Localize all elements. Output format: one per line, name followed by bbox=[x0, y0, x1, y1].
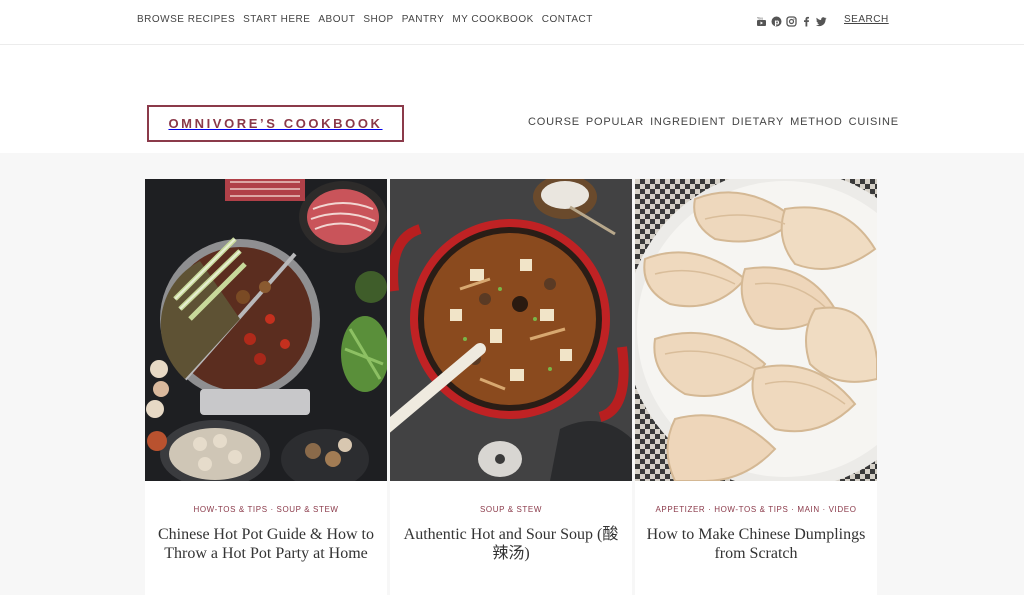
category-popular[interactable]: POPULAR bbox=[586, 116, 644, 129]
category-ingredient[interactable]: INGREDIENT bbox=[650, 116, 726, 129]
twitter-icon[interactable] bbox=[816, 14, 827, 27]
card-categories[interactable]: SOUP & STEW bbox=[390, 505, 632, 514]
category-nav: COURSE POPULAR INGREDIENT DIETARY METHOD… bbox=[528, 116, 899, 129]
nav-start-here[interactable]: START HERE bbox=[243, 14, 310, 26]
category-dietary[interactable]: DIETARY bbox=[732, 116, 784, 129]
card-title[interactable]: Chinese Hot Pot Guide & How to Throw a H… bbox=[153, 525, 379, 563]
recipe-card[interactable]: APPETIZER · HOW-TOS & TIPS · MAIN · VIDE… bbox=[635, 179, 877, 595]
dumplings-photo[interactable] bbox=[635, 179, 877, 481]
category-course[interactable]: COURSE bbox=[528, 116, 580, 129]
card-categories[interactable]: APPETIZER · HOW-TOS & TIPS · MAIN · VIDE… bbox=[635, 505, 877, 514]
facebook-icon[interactable] bbox=[801, 14, 812, 27]
category-cuisine[interactable]: CUISINE bbox=[849, 116, 899, 129]
recipe-card[interactable]: SOUP & STEW Authentic Hot and Sour Soup … bbox=[390, 179, 632, 595]
category-method[interactable]: METHOD bbox=[790, 116, 842, 129]
site-logo[interactable]: OMNIVORE’S COOKBOOK bbox=[147, 105, 404, 142]
card-title[interactable]: Authentic Hot and Sour Soup (酸辣汤) bbox=[398, 525, 624, 563]
site-header: OMNIVORE’S COOKBOOK COURSE POPULAR INGRE… bbox=[0, 45, 1024, 153]
instagram-icon[interactable] bbox=[786, 14, 797, 27]
card-title[interactable]: How to Make Chinese Dumplings from Scrat… bbox=[643, 525, 869, 563]
nav-pantry[interactable]: PANTRY bbox=[402, 14, 445, 26]
svg-text:You: You bbox=[757, 16, 763, 20]
youtube-icon[interactable]: You bbox=[756, 14, 767, 26]
recipe-card[interactable]: HOW-TOS & TIPS · SOUP & STEW Chinese Hot… bbox=[145, 179, 387, 595]
hot-pot-photo[interactable] bbox=[145, 179, 387, 481]
top-bar: BROWSE RECIPES START HERE ABOUT SHOP PAN… bbox=[0, 0, 1024, 45]
card-categories[interactable]: HOW-TOS & TIPS · SOUP & STEW bbox=[145, 505, 387, 514]
top-nav: BROWSE RECIPES START HERE ABOUT SHOP PAN… bbox=[137, 14, 593, 26]
svg-text:p: p bbox=[774, 18, 779, 26]
nav-contact[interactable]: CONTACT bbox=[542, 14, 593, 26]
social-links: You p bbox=[756, 14, 827, 27]
hot-and-sour-soup-photo[interactable] bbox=[390, 179, 632, 481]
logo-text: OMNIVORE’S COOKBOOK bbox=[168, 116, 383, 131]
nav-my-cookbook[interactable]: MY COOKBOOK bbox=[452, 14, 533, 26]
nav-browse-recipes[interactable]: BROWSE RECIPES bbox=[137, 14, 235, 26]
nav-about[interactable]: ABOUT bbox=[318, 14, 355, 26]
pinterest-icon[interactable]: p bbox=[771, 14, 782, 27]
nav-shop[interactable]: SHOP bbox=[363, 14, 393, 26]
search-link[interactable]: SEARCH bbox=[844, 14, 889, 26]
